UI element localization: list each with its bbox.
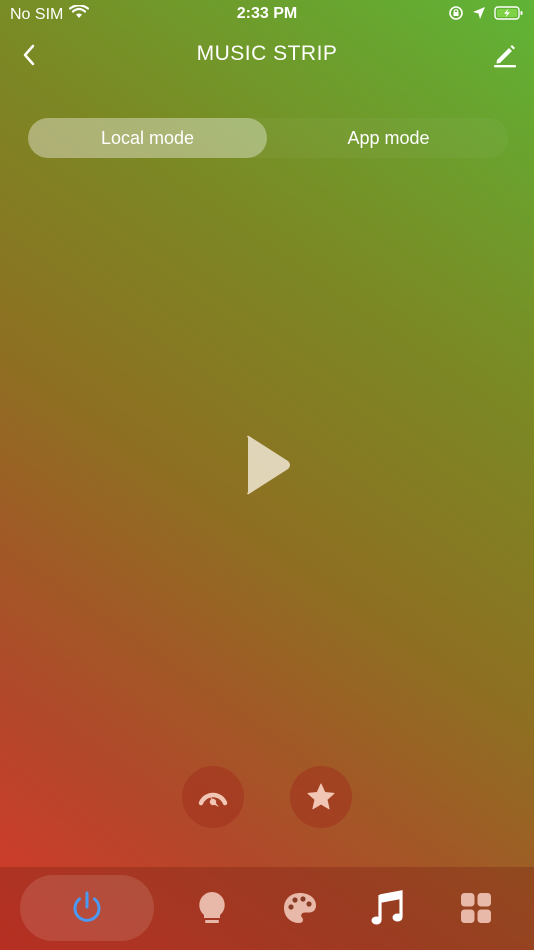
bottom-tab-bar xyxy=(0,867,534,950)
location-icon xyxy=(472,6,486,25)
pencil-icon xyxy=(494,45,516,68)
play-icon xyxy=(247,435,290,495)
sensitivity-button[interactable] xyxy=(182,766,244,828)
tab-music[interactable] xyxy=(360,875,416,941)
tab-scene[interactable] xyxy=(448,875,504,941)
palette-icon xyxy=(284,893,316,923)
power-icon xyxy=(73,891,101,922)
status-right xyxy=(448,5,524,26)
bulb-icon xyxy=(199,892,225,923)
tab-color[interactable] xyxy=(272,875,328,941)
star-icon xyxy=(307,783,335,810)
gauge-icon xyxy=(198,792,228,807)
music-note-icon xyxy=(371,890,403,925)
play-button[interactable] xyxy=(238,430,298,500)
tab-app-mode[interactable]: App mode xyxy=(269,118,508,158)
status-bar: No SIM 2:33 PM xyxy=(0,0,534,28)
tab-power[interactable] xyxy=(20,875,154,941)
nav-bar: MUSIC STRIP xyxy=(0,28,534,82)
mode-switch: Local mode App mode xyxy=(28,118,508,158)
tab-local-mode[interactable]: Local mode xyxy=(28,118,267,158)
rotation-lock-icon xyxy=(448,5,464,26)
page-title: MUSIC STRIP xyxy=(196,42,338,65)
battery-icon xyxy=(494,5,524,26)
tab-light[interactable] xyxy=(184,875,240,941)
edit-button[interactable] xyxy=(490,40,520,70)
favorite-button[interactable] xyxy=(290,766,352,828)
grid-icon xyxy=(461,893,491,923)
